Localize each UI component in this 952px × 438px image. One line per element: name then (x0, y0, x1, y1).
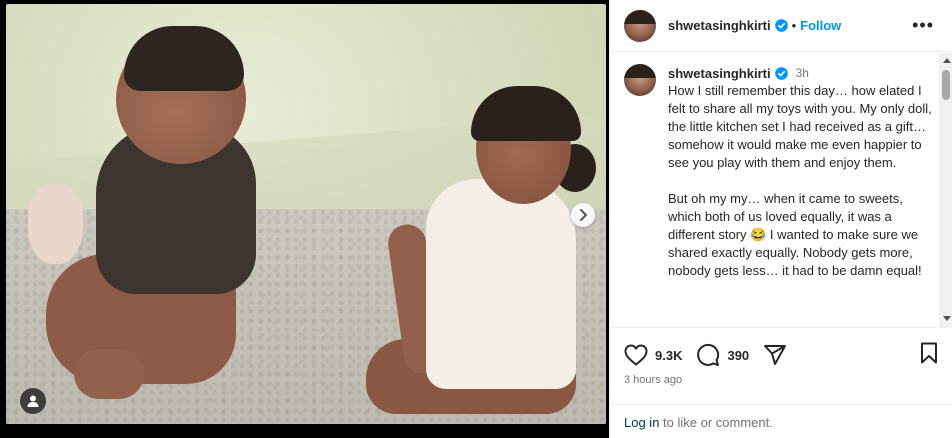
login-prompt: Log in to like or comment. (610, 404, 952, 438)
user-tag-icon (27, 395, 39, 407)
post-photo (6, 4, 606, 424)
header-username[interactable]: shwetasinghkirti (668, 18, 771, 33)
verified-badge-icon (774, 66, 788, 80)
scroll-thumb[interactable] (942, 70, 950, 100)
post-side-panel: shwetasinghkirti • Follow ••• shwetasing… (609, 0, 952, 438)
like-button[interactable]: 9.3K (624, 344, 682, 366)
bookmark-icon (921, 342, 937, 363)
avatar[interactable] (624, 9, 656, 42)
login-prompt-text: to like or comment. (659, 415, 773, 430)
verified-badge-icon (774, 19, 788, 32)
scroll-down-arrow-icon[interactable] (943, 316, 951, 321)
login-link[interactable]: Log in (624, 415, 659, 430)
caption: shwetasinghkirti 3h How I still remember… (610, 53, 952, 280)
caption-username[interactable]: shwetasinghkirti (668, 66, 771, 81)
comments-scrollbar[interactable] (939, 53, 952, 327)
comments-area[interactable]: shwetasinghkirti 3h How I still remember… (610, 53, 952, 328)
share-paper-plane-icon (764, 345, 787, 365)
heart-icon (624, 344, 648, 366)
scroll-up-arrow-icon[interactable] (943, 58, 951, 63)
next-media-button[interactable] (571, 203, 595, 227)
post-actions: 9.3K 390 (610, 340, 952, 370)
share-button[interactable] (763, 344, 787, 366)
follow-button[interactable]: Follow (800, 18, 841, 33)
post-timestamp[interactable]: 3 hours ago (624, 374, 682, 386)
caption-avatar[interactable] (624, 64, 656, 96)
doll-toy (28, 184, 83, 264)
comment-bubble-icon (697, 343, 720, 366)
comment-count[interactable]: 390 (727, 348, 749, 363)
caption-text: How I still remember this day… how elate… (668, 83, 932, 278)
save-button[interactable] (919, 342, 939, 369)
comment-button[interactable]: 390 (696, 343, 749, 367)
tagged-users-button[interactable] (20, 388, 46, 414)
chevron-right-icon (580, 209, 587, 221)
post-header: shwetasinghkirti • Follow ••• (610, 0, 952, 52)
more-options-icon[interactable]: ••• (912, 15, 938, 36)
caption-time[interactable]: 3h (796, 66, 809, 80)
like-count[interactable]: 9.3K (655, 348, 682, 363)
post-media (0, 0, 609, 438)
separator-dot: • (791, 18, 797, 33)
